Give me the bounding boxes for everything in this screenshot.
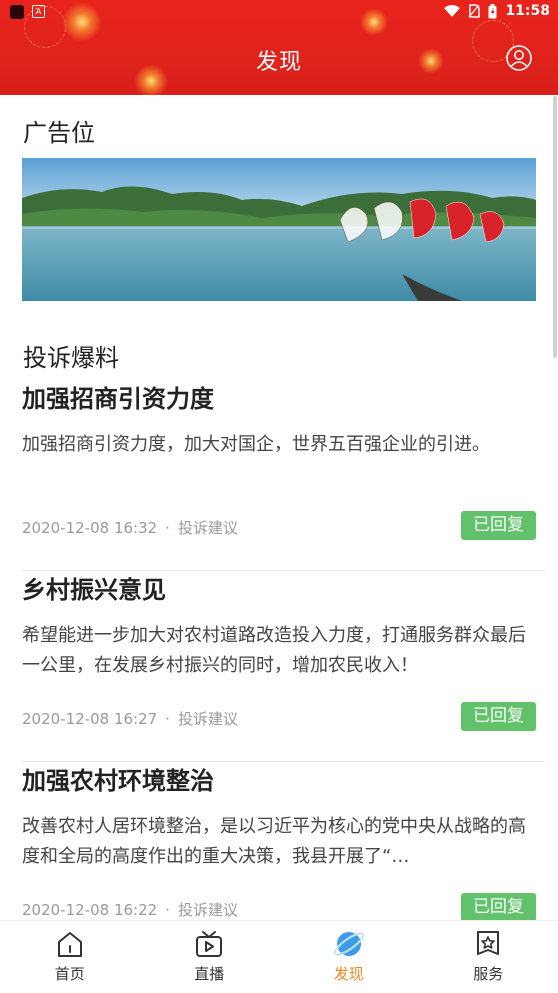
item-category: 投诉建议 <box>178 519 238 537</box>
status-time: 11:58 <box>505 3 550 19</box>
item-category: 投诉建议 <box>178 710 238 728</box>
item-body: 改善农村人居环境整治，是以习近平为核心的党中央从战略的高度和全局的高度作出的重大… <box>22 812 537 872</box>
battery-icon <box>488 4 497 19</box>
complaint-list: 加强招商引资力度 加强招商引资力度，加大对国企，世界五百强企业的引进。 2020… <box>22 380 545 953</box>
service-icon <box>473 929 503 959</box>
item-title: 加强招商引资力度 <box>22 380 545 416</box>
complaint-section-title: 投诉爆料 <box>23 338 119 373</box>
meta-separator: · <box>165 519 170 537</box>
item-meta: 2020-12-08 16:32 · 投诉建议 <box>22 517 238 538</box>
item-meta: 2020-12-08 16:22 · 投诉建议 <box>22 899 238 920</box>
list-item[interactable]: 乡村振兴意见 希望能进一步加大对农村道路改造投入力度，打通服务群众最后一公里，在… <box>22 571 545 762</box>
item-body: 希望能进一步加大对农村道路改造投入力度，打通服务群众最后一公里，在发展乡村振兴的… <box>22 621 537 681</box>
item-date: 2020-12-08 16:27 <box>22 710 157 728</box>
ad-banner[interactable] <box>22 158 536 301</box>
sim-icon <box>468 4 480 18</box>
status-badge: 已回复 <box>461 511 536 540</box>
status-bar: A 11:58 <box>0 0 558 24</box>
meta-separator: · <box>165 901 170 919</box>
item-title: 乡村振兴意见 <box>22 571 545 607</box>
item-title: 加强农村环境整治 <box>22 762 545 798</box>
status-badge: 已回复 <box>461 893 536 922</box>
tab-label: 直播 <box>194 963 224 984</box>
tab-label: 首页 <box>55 963 85 984</box>
item-category: 投诉建议 <box>178 901 238 919</box>
tab-home[interactable]: 首页 <box>0 921 140 993</box>
item-date: 2020-12-08 16:32 <box>22 519 157 537</box>
meta-separator: · <box>165 710 170 728</box>
notification-icon: A <box>32 5 45 18</box>
scrollbar[interactable] <box>553 96 557 358</box>
user-profile-icon[interactable] <box>506 45 532 71</box>
tv-icon <box>194 929 224 959</box>
tab-label: 发现 <box>334 963 364 984</box>
item-date: 2020-12-08 16:22 <box>22 901 157 919</box>
app-header: A 11:58 发现 <box>0 0 558 95</box>
status-badge: 已回复 <box>461 702 536 731</box>
ad-section-title: 广告位 <box>23 113 95 148</box>
banner-image <box>22 158 536 301</box>
home-icon <box>55 929 85 959</box>
list-item[interactable]: 加强招商引资力度 加强招商引资力度，加大对国企，世界五百强企业的引进。 2020… <box>22 380 545 571</box>
discover-icon <box>334 929 364 959</box>
item-body: 加强招商引资力度，加大对国企，世界五百强企业的引进。 <box>22 430 537 490</box>
tab-discover[interactable]: 发现 <box>279 921 419 993</box>
item-meta: 2020-12-08 16:27 · 投诉建议 <box>22 708 238 729</box>
wifi-icon <box>444 5 460 18</box>
tab-service[interactable]: 服务 <box>419 921 558 993</box>
tab-live[interactable]: 直播 <box>140 921 280 993</box>
notification-icon <box>10 5 24 19</box>
bottom-tab-bar: 首页 直播 发现 服务 <box>0 920 558 993</box>
page-title: 发现 <box>0 44 558 76</box>
tab-label: 服务 <box>473 963 503 984</box>
